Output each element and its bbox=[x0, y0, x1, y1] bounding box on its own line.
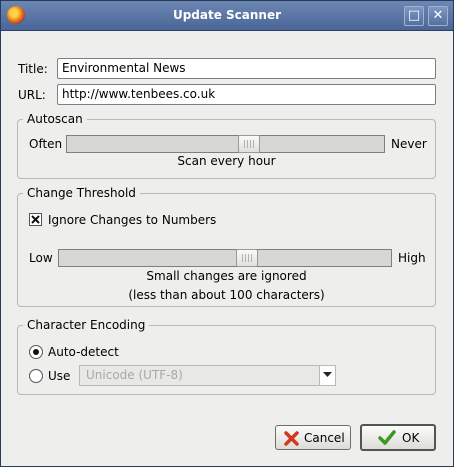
threshold-slider-thumb[interactable] bbox=[236, 249, 258, 267]
checkmark-icon bbox=[31, 215, 40, 224]
cancel-button[interactable]: Cancel bbox=[275, 425, 351, 450]
update-scanner-dialog: Update Scanner □ ✕ Title: Environmental … bbox=[0, 0, 454, 467]
title-bar[interactable]: Update Scanner □ ✕ bbox=[1, 1, 453, 31]
close-button[interactable]: ✕ bbox=[428, 6, 448, 26]
threshold-max-label: High bbox=[398, 251, 426, 265]
use-encoding-label[interactable]: Use bbox=[48, 369, 70, 383]
chevron-down-icon[interactable] bbox=[319, 366, 335, 385]
maximize-button[interactable]: □ bbox=[404, 6, 424, 26]
ok-icon bbox=[378, 430, 396, 445]
ignore-numbers-label[interactable]: Ignore Changes to Numbers bbox=[48, 213, 216, 227]
maximize-icon: □ bbox=[407, 8, 421, 23]
window-title: Update Scanner bbox=[172, 8, 282, 22]
autoscan-max-label: Never bbox=[391, 137, 427, 151]
auto-detect-radio[interactable] bbox=[29, 345, 43, 359]
threshold-slider[interactable] bbox=[58, 249, 392, 267]
url-input[interactable]: http://www.tenbees.co.uk bbox=[57, 84, 436, 105]
use-encoding-radio[interactable] bbox=[29, 369, 43, 383]
autoscan-slider[interactable] bbox=[66, 135, 385, 153]
title-label: Title: bbox=[18, 62, 48, 76]
autoscan-min-label: Often bbox=[29, 137, 63, 151]
character-encoding-heading: Character Encoding bbox=[23, 318, 150, 332]
autoscan-status: Scan every hour bbox=[177, 154, 276, 168]
auto-detect-label[interactable]: Auto-detect bbox=[48, 345, 119, 359]
ignore-numbers-checkbox[interactable] bbox=[29, 213, 42, 226]
cancel-button-label: Cancel bbox=[304, 431, 345, 445]
threshold-status-line1: Small changes are ignored bbox=[146, 269, 307, 283]
change-threshold-heading: Change Threshold bbox=[23, 186, 140, 200]
ok-button[interactable]: OK bbox=[360, 424, 436, 451]
autoscan-slider-thumb[interactable] bbox=[238, 135, 260, 153]
threshold-status-line2: (less than about 100 characters) bbox=[128, 288, 325, 302]
encoding-select-value: Unicode (UTF-8) bbox=[86, 368, 183, 382]
cancel-icon bbox=[284, 431, 299, 446]
threshold-min-label: Low bbox=[29, 251, 53, 265]
ok-button-label: OK bbox=[402, 431, 420, 445]
autoscan-heading: Autoscan bbox=[23, 112, 87, 126]
close-icon: ✕ bbox=[432, 8, 444, 23]
url-label: URL: bbox=[18, 88, 46, 102]
title-input[interactable]: Environmental News bbox=[57, 58, 436, 79]
encoding-select[interactable]: Unicode (UTF-8) bbox=[79, 365, 336, 386]
